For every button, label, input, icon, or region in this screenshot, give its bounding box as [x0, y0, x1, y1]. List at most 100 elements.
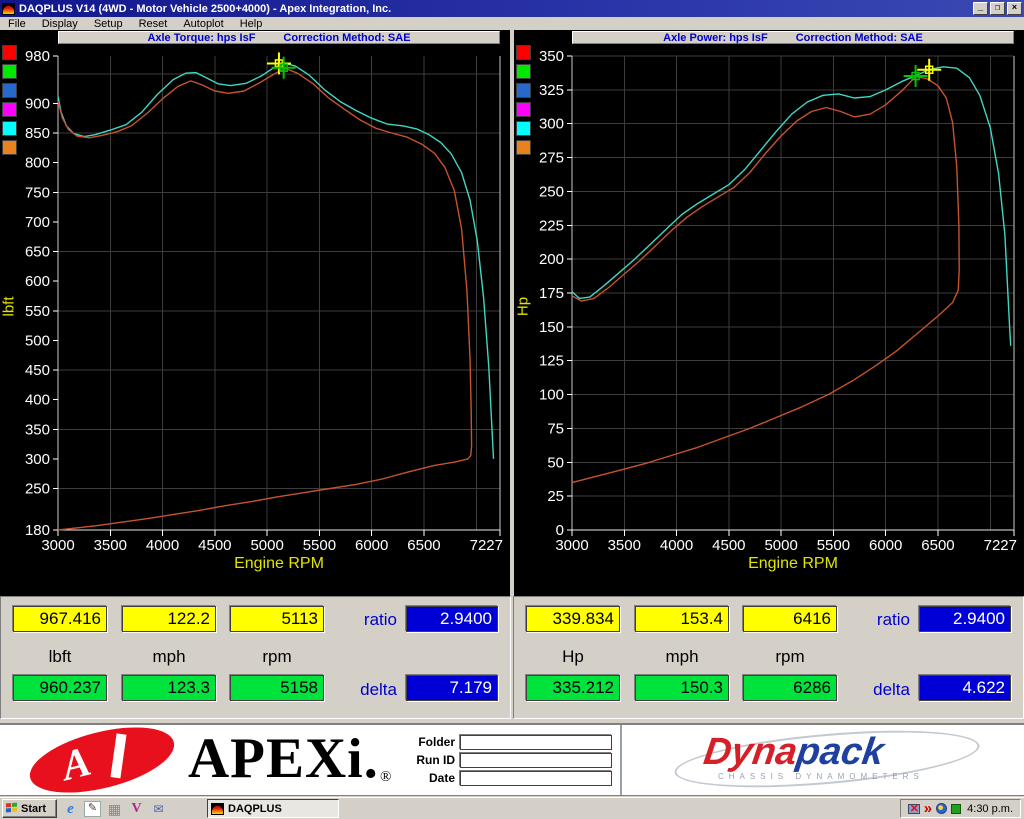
- channel-swatch-0[interactable]: [516, 45, 531, 60]
- menu-reset[interactable]: Reset: [131, 18, 176, 30]
- svg-text:6500: 6500: [921, 537, 954, 554]
- power-cursor1-value: 339.834: [526, 606, 620, 632]
- ratio-value: 2.9400: [919, 606, 1011, 632]
- rpm-unit-label: rpm: [743, 647, 837, 667]
- svg-text:7227: 7227: [984, 537, 1017, 554]
- dynapack-tagline: CHASSIS DYNAMOMETERS: [718, 772, 924, 781]
- svg-text:650: 650: [25, 244, 50, 261]
- channel-swatch-5[interactable]: [516, 140, 531, 155]
- svg-text:700: 700: [25, 214, 50, 231]
- daqplus-task-button[interactable]: DAQPLUS: [207, 799, 339, 818]
- torque-unit-label: lbft: [13, 647, 107, 667]
- channel-swatch-5[interactable]: [2, 140, 17, 155]
- svg-text:3500: 3500: [608, 537, 641, 554]
- daqplus-window: DAQPLUS V14 (4WD - Motor Vehicle 2500+40…: [0, 0, 1024, 819]
- speed-cursor2-value: 123.3: [122, 675, 216, 701]
- svg-text:4500: 4500: [198, 537, 231, 554]
- svg-text:300: 300: [25, 451, 50, 468]
- folder-input[interactable]: [460, 735, 612, 750]
- rpm-unit-label: rpm: [230, 647, 324, 667]
- compose-mail-icon[interactable]: ✎: [84, 801, 101, 817]
- minimize-button[interactable]: _: [973, 2, 988, 15]
- power-cursor2-value: 335.212: [526, 675, 620, 701]
- channel-swatch-1[interactable]: [2, 64, 17, 79]
- status-tray-icon[interactable]: [951, 804, 961, 814]
- readouts-area: 967.416 122.2 5113 ratio 2.9400 lbft mph…: [0, 596, 1024, 719]
- svg-text:25: 25: [547, 488, 564, 505]
- svg-text:980: 980: [25, 48, 50, 65]
- run-id-label: Run ID: [402, 753, 460, 767]
- torque-plot-area[interactable]: 9809008508007507006506005505004504003503…: [0, 30, 510, 596]
- menu-file[interactable]: File: [0, 18, 34, 30]
- channels-icon[interactable]: ▦: [106, 801, 123, 817]
- delta-label: delta: [844, 680, 910, 700]
- media-player-icon[interactable]: V: [128, 801, 145, 817]
- power-correction-method: Correction Method: SAE: [796, 32, 923, 44]
- menu-display[interactable]: Display: [34, 18, 86, 30]
- svg-text:6000: 6000: [355, 537, 388, 554]
- channel-swatch-4[interactable]: [2, 121, 17, 136]
- svg-text:4500: 4500: [712, 537, 745, 554]
- network-globe-tray-icon[interactable]: [936, 803, 947, 814]
- svg-text:200: 200: [539, 251, 564, 268]
- torque-chart-panel: 9809008508007507006506005505004504003503…: [0, 30, 510, 596]
- dynapack-logo-text: Dynapack: [701, 731, 887, 774]
- svg-text:350: 350: [539, 48, 564, 65]
- svg-text:800: 800: [25, 155, 50, 172]
- date-label: Date: [402, 771, 460, 785]
- svg-text:100: 100: [539, 387, 564, 404]
- channel-swatch-3[interactable]: [2, 102, 17, 117]
- internet-explorer-icon[interactable]: e: [62, 801, 79, 817]
- run-id-input[interactable]: [460, 753, 612, 768]
- channel-swatch-4[interactable]: [516, 121, 531, 136]
- menu-autoplot[interactable]: Autoplot: [175, 18, 231, 30]
- rpm-cursor2-value: 6286: [743, 675, 837, 701]
- torque-cursor1-value: 967.416: [13, 606, 107, 632]
- power-plot-area[interactable]: 3503253002752502252001751501251007550250…: [514, 30, 1024, 596]
- torque-y-axis-title: lbft: [1, 272, 18, 342]
- channel-swatch-2[interactable]: [516, 83, 531, 98]
- svg-text:450: 450: [25, 362, 50, 379]
- apex-word: APEX: [188, 727, 347, 790]
- svg-text:175: 175: [539, 285, 564, 302]
- offline-arrows-tray-icon[interactable]: »: [924, 802, 932, 816]
- rpm-cursor2-value: 5158: [230, 675, 324, 701]
- channel-swatch-0[interactable]: [2, 45, 17, 60]
- svg-text:5500: 5500: [303, 537, 336, 554]
- speed-cursor2-value: 150.3: [635, 675, 729, 701]
- apex-logo-text: APEXi.: [188, 725, 379, 793]
- run-info-fields: Folder Run ID Date: [402, 733, 612, 787]
- power-chart-panel: 3503253002752502252001751501251007550250…: [514, 30, 1024, 596]
- dynapack-pack: pack: [794, 731, 887, 773]
- charts-area: 9809008508007507006506005505004504003503…: [0, 30, 1024, 596]
- menu-setup[interactable]: Setup: [86, 18, 131, 30]
- svg-text:4000: 4000: [146, 537, 179, 554]
- channel-swatch-3[interactable]: [516, 102, 531, 117]
- registered-mark: ®: [380, 769, 391, 786]
- dynapack-dyna: Dyna: [701, 731, 800, 773]
- app-icon: [2, 3, 15, 15]
- channel-swatch-1[interactable]: [516, 64, 531, 79]
- channel-swatch-2[interactable]: [2, 83, 17, 98]
- outlook-express-icon[interactable]: ✉: [150, 801, 167, 817]
- menu-help[interactable]: Help: [232, 18, 271, 30]
- start-button[interactable]: Start: [2, 799, 57, 818]
- power-y-axis-title: Hp: [515, 272, 532, 342]
- footer-area: A APEXi. ® Folder Run ID Date: [0, 723, 1024, 796]
- speed-cursor1-value: 153.4: [635, 606, 729, 632]
- torque-cursor2-value: 960.237: [13, 675, 107, 701]
- svg-text:3000: 3000: [555, 537, 588, 554]
- restore-button[interactable]: ❐: [990, 2, 1005, 15]
- power-x-axis-title: Engine RPM: [572, 555, 1014, 573]
- date-input[interactable]: [460, 771, 612, 786]
- svg-text:500: 500: [25, 332, 50, 349]
- display-error-tray-icon[interactable]: [908, 804, 920, 814]
- power-run-previous: [572, 76, 959, 482]
- svg-text:225: 225: [539, 217, 564, 234]
- close-button[interactable]: ×: [1007, 2, 1022, 15]
- svg-text:350: 350: [25, 421, 50, 438]
- apex-logo-icon: A: [23, 715, 180, 805]
- ratio-label: ratio: [844, 610, 910, 630]
- folder-label: Folder: [402, 735, 460, 749]
- power-readout-panel: 339.834 153.4 6416 ratio 2.9400 Hp mph r…: [513, 596, 1024, 719]
